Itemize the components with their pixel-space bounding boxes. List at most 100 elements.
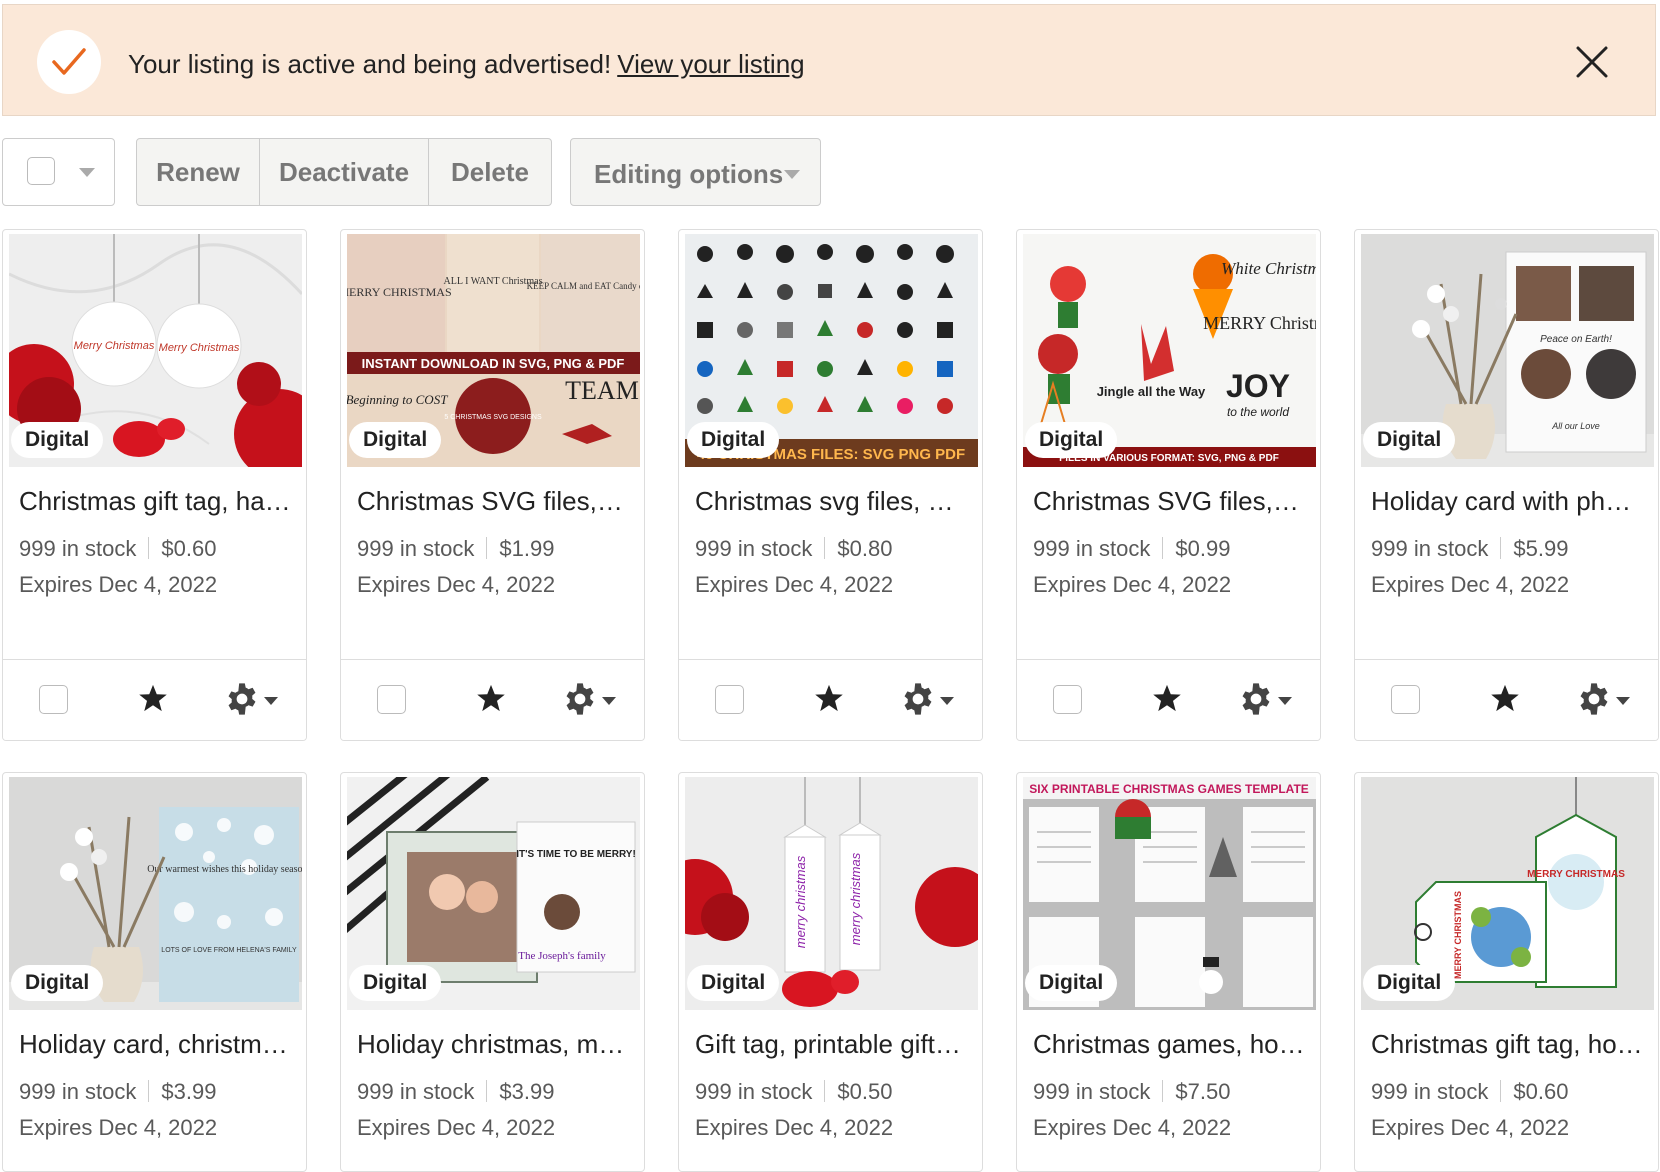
- digital-badge: Digital: [349, 422, 442, 458]
- digital-badge: Digital: [1363, 965, 1456, 1001]
- chevron-down-icon[interactable]: [264, 697, 278, 706]
- expiry-date: Expires Dec 4, 2022: [1033, 1115, 1232, 1140]
- stock-count: 999 in stock: [19, 1079, 137, 1104]
- listing-price: $3.99: [161, 1079, 217, 1104]
- listing-card: merry christmas merry christmas Digital …: [678, 772, 983, 1172]
- stock-count: 999 in stock: [1033, 536, 1151, 561]
- banner-message: Your listing is active and being adverti…: [128, 49, 805, 80]
- chevron-down-icon[interactable]: [79, 168, 95, 178]
- listing-card: MERRY CHRISTMAS MERRY CHRISTMAS Digital …: [1354, 772, 1659, 1172]
- digital-badge: Digital: [11, 422, 104, 458]
- chevron-down-icon[interactable]: [1616, 697, 1630, 706]
- gear-icon[interactable]: [1577, 682, 1611, 716]
- delete-button[interactable]: Delete: [429, 139, 551, 205]
- thumb-text: Our warmest wishes this holiday season!: [147, 864, 302, 875]
- listing-checkbox[interactable]: [1053, 685, 1082, 714]
- listing-checkbox[interactable]: [39, 685, 68, 714]
- stock-count: 999 in stock: [1371, 536, 1489, 561]
- close-icon[interactable]: [1575, 45, 1609, 79]
- listing-meta: 999 in stock $3.99: [357, 1079, 554, 1105]
- editing-options-label: Editing options: [594, 159, 784, 189]
- thumb-text: Peace on Earth!: [1540, 334, 1612, 345]
- deactivate-button[interactable]: Deactivate: [260, 139, 429, 205]
- listing-price: $0.80: [837, 536, 893, 561]
- digital-badge: Digital: [1025, 965, 1118, 1001]
- listing-price: $0.60: [161, 536, 217, 561]
- thumb-text: SIX PRINTABLE CHRISTMAS GAMES TEMPLATE: [1029, 782, 1309, 796]
- listing-title[interactable]: Christmas games, holiday party: [1033, 1029, 1305, 1060]
- bulk-select-dropdown[interactable]: [2, 138, 115, 206]
- editing-options-button[interactable]: Editing options: [570, 138, 821, 206]
- chevron-down-icon[interactable]: [602, 697, 616, 706]
- stock-count: 999 in stock: [357, 1079, 475, 1104]
- digital-badge: Digital: [1025, 422, 1118, 458]
- expiry-date: Expires Dec 4, 2022: [357, 572, 556, 597]
- digital-badge: Digital: [1363, 422, 1456, 458]
- listing-title[interactable]: Christmas svg files, 50 designs: [695, 486, 967, 517]
- listing-card: IT'S TIME TO BE MERRY! The Joseph's fami…: [340, 772, 645, 1172]
- listing-card: Merry Christmas Merry Christmas Digital …: [2, 229, 307, 741]
- listing-price: $0.50: [837, 1079, 893, 1104]
- listing-meta: 999 in stock $0.60: [1371, 1079, 1568, 1105]
- listing-title[interactable]: Christmas SVG files, clipart bundle: [1033, 486, 1305, 517]
- card-actions: [679, 659, 982, 740]
- thumb-text: Jingle all the Way: [1097, 384, 1206, 399]
- star-icon[interactable]: [476, 683, 506, 713]
- listing-title[interactable]: Gift tag, printable gift tags: [695, 1029, 967, 1060]
- listing-card: SIX PRINTABLE CHRISTMAS GAMES TEMPLATE D…: [1016, 772, 1321, 1172]
- listing-title[interactable]: Holiday card with photos, family: [1371, 486, 1643, 517]
- listing-checkbox[interactable]: [1391, 685, 1420, 714]
- thumb-text: It's Beginning to COST: [347, 392, 448, 407]
- listing-meta: 999 in stock $1.99: [357, 536, 554, 562]
- expiry-date: Expires Dec 4, 2022: [695, 1115, 894, 1140]
- view-listing-link[interactable]: View your listing: [617, 49, 804, 79]
- card-actions: [3, 659, 306, 740]
- gear-icon[interactable]: [225, 682, 259, 716]
- stock-count: 999 in stock: [695, 1079, 813, 1104]
- renew-button[interactable]: Renew: [137, 139, 260, 205]
- star-icon[interactable]: [138, 683, 168, 713]
- thumb-text: IT'S TIME TO BE MERRY!: [516, 849, 636, 860]
- thumb-text: TEAM: [565, 376, 639, 405]
- star-icon[interactable]: [814, 683, 844, 713]
- listing-meta: 999 in stock $3.99: [19, 1079, 216, 1105]
- gear-icon[interactable]: [901, 682, 935, 716]
- gear-icon[interactable]: [563, 682, 597, 716]
- thumb-text: 5 CHRISTMAS SVG DESIGNS: [444, 414, 542, 421]
- thumb-text: Merry Christmas: [74, 340, 155, 352]
- select-all-checkbox[interactable]: [27, 157, 55, 185]
- listing-title[interactable]: Christmas SVG files, holiday bundle: [357, 486, 629, 517]
- chevron-down-icon[interactable]: [940, 697, 954, 706]
- listing-card: White Christmas MERRY Christmas Jingle a…: [1016, 229, 1321, 741]
- expiry-date: Expires Dec 4, 2022: [1033, 572, 1232, 597]
- thumb-text: MERRY CHRISTMAS: [347, 285, 452, 299]
- banner-message-text: Your listing is active and being adverti…: [128, 49, 612, 79]
- gear-icon[interactable]: [1239, 682, 1273, 716]
- listing-checkbox[interactable]: [715, 685, 744, 714]
- listing-title[interactable]: Holiday card, christmas card printable: [19, 1029, 291, 1060]
- check-icon: [37, 30, 101, 94]
- listing-checkbox[interactable]: [377, 685, 406, 714]
- thumb-text: Merry Christmas: [159, 342, 240, 354]
- stock-count: 999 in stock: [19, 536, 137, 561]
- star-icon[interactable]: [1490, 683, 1520, 713]
- listing-title[interactable]: Christmas gift tag, handmade ornament ta…: [19, 486, 291, 517]
- thumb-text: INSTANT DOWNLOAD IN SVG, PNG & PDF: [362, 356, 625, 371]
- listing-title[interactable]: Christmas gift tag, holiday printable: [1371, 1029, 1643, 1060]
- thumb-text: MERRY CHRISTMAS: [1527, 869, 1625, 880]
- listing-price: $3.99: [499, 1079, 555, 1104]
- listing-meta: 999 in stock $0.60: [19, 536, 216, 562]
- success-banner: Your listing is active and being adverti…: [2, 4, 1656, 116]
- listing-title[interactable]: Holiday christmas, merry card template: [357, 1029, 629, 1060]
- listing-meta: 999 in stock $5.99: [1371, 536, 1568, 562]
- listing-meta: 999 in stock $0.50: [695, 1079, 892, 1105]
- listing-card: Peace on Earth! All our Love Digital Hol…: [1354, 229, 1659, 741]
- expiry-date: Expires Dec 4, 2022: [1371, 1115, 1570, 1140]
- digital-badge: Digital: [687, 422, 780, 458]
- expiry-date: Expires Dec 4, 2022: [19, 1115, 218, 1140]
- chevron-down-icon[interactable]: [1278, 697, 1292, 706]
- bulk-action-group: Renew Deactivate Delete: [136, 138, 552, 206]
- stock-count: 999 in stock: [1033, 1079, 1151, 1104]
- expiry-date: Expires Dec 4, 2022: [357, 1115, 556, 1140]
- star-icon[interactable]: [1152, 683, 1182, 713]
